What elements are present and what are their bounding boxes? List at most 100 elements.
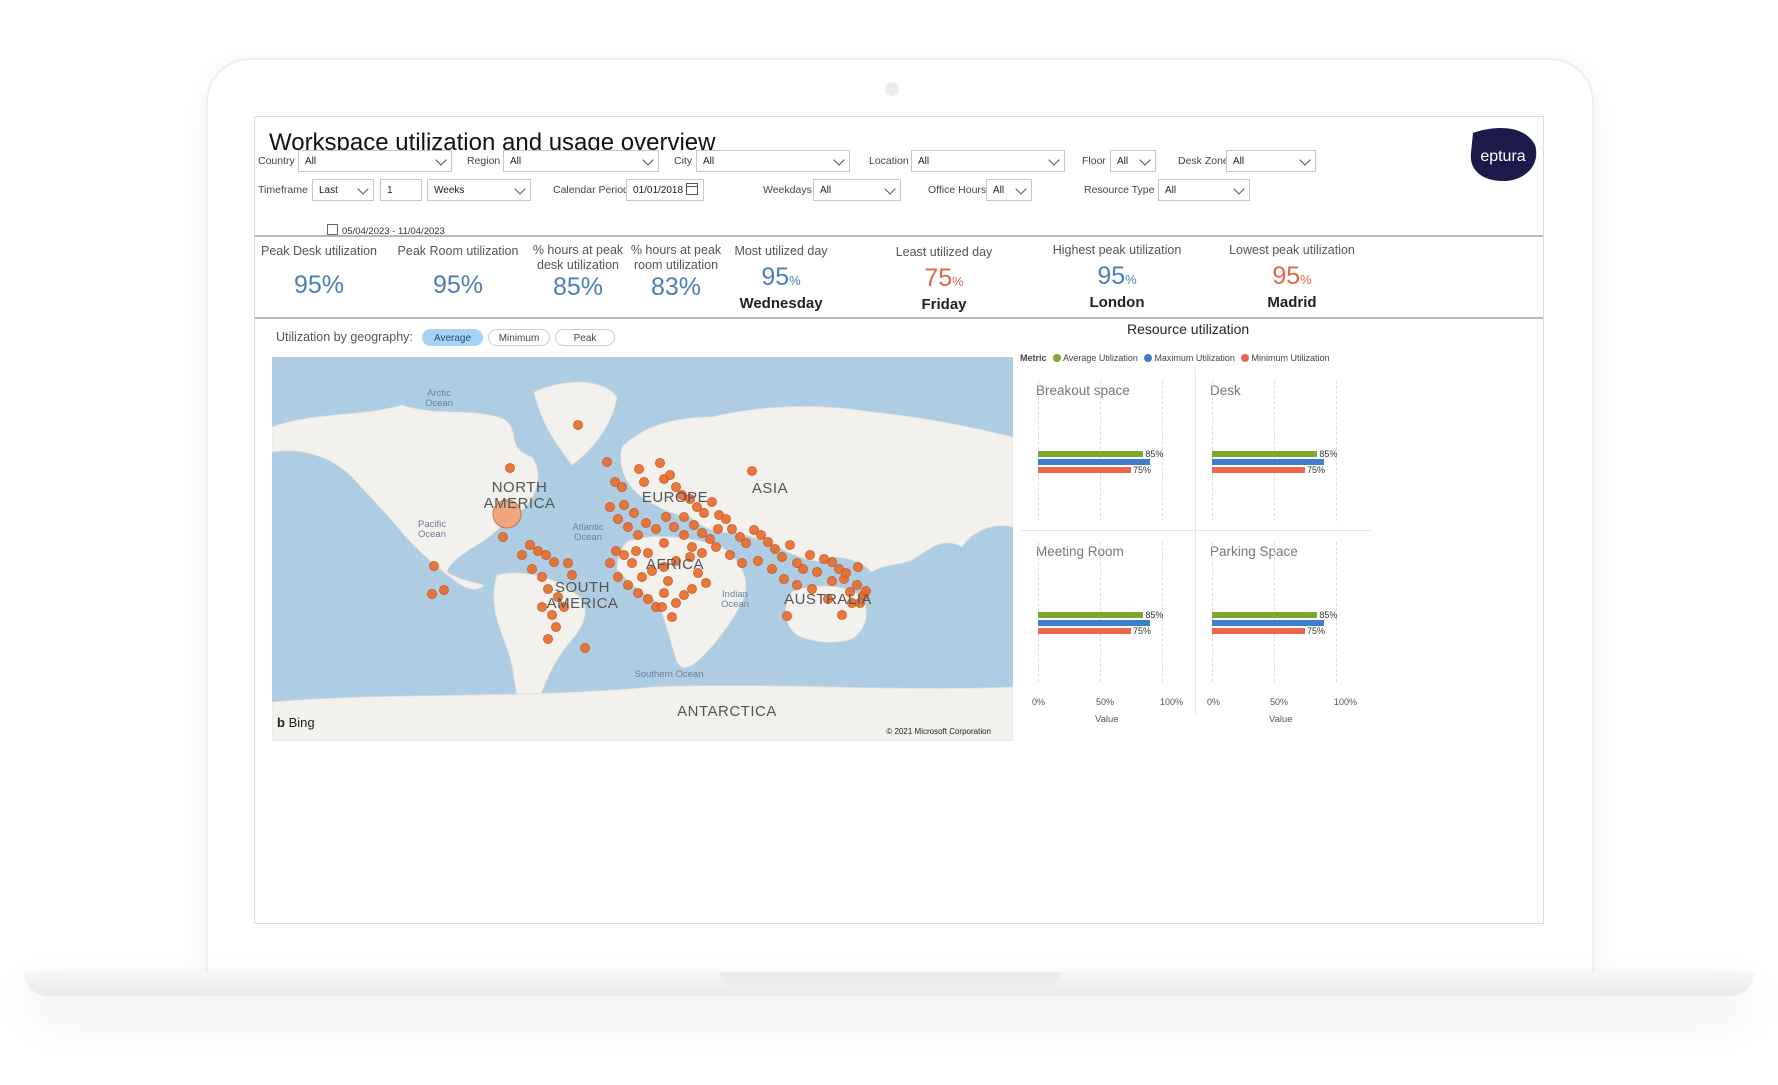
calendar-period-input[interactable]: 01/01/2018 bbox=[626, 179, 704, 201]
location-marker[interactable] bbox=[573, 420, 583, 430]
bar-minimum-utilization[interactable] bbox=[1038, 628, 1131, 634]
bar-minimum-utilization[interactable] bbox=[1038, 467, 1131, 473]
location-marker[interactable] bbox=[549, 557, 559, 567]
location-marker[interactable] bbox=[517, 550, 527, 560]
location-marker[interactable] bbox=[852, 580, 862, 590]
location-marker[interactable] bbox=[756, 530, 766, 540]
location-marker[interactable] bbox=[671, 598, 681, 608]
location-marker[interactable] bbox=[699, 508, 709, 518]
timeframe-unit-dropdown[interactable]: Weeks bbox=[427, 179, 531, 201]
location-marker[interactable] bbox=[711, 542, 721, 552]
location-marker[interactable] bbox=[721, 514, 731, 524]
location-marker[interactable] bbox=[689, 520, 699, 530]
location-marker[interactable] bbox=[767, 564, 777, 574]
location-marker[interactable] bbox=[605, 502, 615, 512]
location-marker[interactable] bbox=[663, 576, 673, 586]
location-marker[interactable] bbox=[713, 524, 723, 534]
location-marker[interactable] bbox=[785, 540, 795, 550]
location-marker[interactable] bbox=[631, 546, 641, 556]
location-marker[interactable] bbox=[798, 564, 808, 574]
location-marker[interactable] bbox=[580, 643, 590, 653]
location-marker[interactable] bbox=[541, 550, 551, 560]
location-marker[interactable] bbox=[505, 463, 515, 473]
location-marker[interactable] bbox=[623, 522, 633, 532]
bar-average-utilization[interactable] bbox=[1212, 612, 1318, 618]
bar-minimum-utilization[interactable] bbox=[1212, 628, 1305, 634]
location-marker[interactable] bbox=[429, 561, 439, 571]
location-marker[interactable] bbox=[605, 558, 615, 568]
location-marker[interactable] bbox=[827, 576, 837, 586]
location-marker[interactable] bbox=[639, 477, 649, 487]
location-marker[interactable] bbox=[770, 544, 780, 554]
location-marker[interactable] bbox=[633, 530, 643, 540]
location-marker[interactable] bbox=[613, 514, 623, 524]
city-dropdown[interactable]: All bbox=[696, 150, 850, 172]
location-marker[interactable] bbox=[627, 558, 637, 568]
location-marker[interactable] bbox=[705, 534, 715, 544]
location-marker[interactable] bbox=[779, 574, 789, 584]
desk-zone-dropdown[interactable]: All bbox=[1226, 150, 1316, 172]
bar-minimum-utilization[interactable] bbox=[1212, 467, 1305, 473]
location-marker[interactable] bbox=[651, 524, 661, 534]
location-marker[interactable] bbox=[697, 528, 707, 538]
world-map[interactable]: Arctic Ocean Pacific Ocean Atlantic Ocea… bbox=[272, 357, 1013, 741]
calendar-icon[interactable] bbox=[686, 183, 698, 195]
floor-dropdown[interactable]: All bbox=[1110, 150, 1156, 172]
location-marker[interactable] bbox=[525, 540, 535, 550]
toggle-average[interactable]: Average bbox=[422, 329, 483, 346]
location-marker[interactable] bbox=[637, 572, 647, 582]
bar-average-utilization[interactable] bbox=[1038, 451, 1144, 457]
location-marker[interactable] bbox=[837, 610, 847, 620]
location-marker[interactable] bbox=[679, 530, 689, 540]
location-marker[interactable] bbox=[657, 602, 667, 612]
location-marker[interactable] bbox=[602, 457, 612, 467]
office-hours-dropdown[interactable]: All bbox=[986, 179, 1032, 201]
location-marker[interactable] bbox=[659, 538, 669, 548]
toggle-minimum[interactable]: Minimum bbox=[488, 329, 550, 346]
country-dropdown[interactable]: All bbox=[298, 150, 452, 172]
location-marker[interactable] bbox=[667, 612, 677, 622]
timeframe-count-input[interactable]: 1 bbox=[380, 179, 422, 201]
location-marker[interactable] bbox=[687, 584, 697, 594]
location-marker[interactable] bbox=[687, 542, 697, 552]
location-marker[interactable] bbox=[827, 557, 837, 567]
location-marker[interactable] bbox=[665, 470, 675, 480]
location-marker[interactable] bbox=[747, 466, 757, 476]
location-marker[interactable] bbox=[679, 512, 689, 522]
location-marker[interactable] bbox=[634, 464, 644, 474]
location-marker[interactable] bbox=[641, 518, 651, 528]
location-marker[interactable] bbox=[727, 524, 737, 534]
location-marker[interactable] bbox=[633, 588, 643, 598]
location-marker[interactable] bbox=[527, 564, 537, 574]
location-marker[interactable] bbox=[725, 550, 735, 560]
location-dropdown[interactable]: All bbox=[911, 150, 1065, 172]
location-marker[interactable] bbox=[611, 546, 621, 556]
location-marker[interactable] bbox=[551, 622, 561, 632]
location-marker[interactable] bbox=[498, 532, 508, 542]
location-marker[interactable] bbox=[427, 589, 437, 599]
location-marker[interactable] bbox=[737, 558, 747, 568]
resource-type-dropdown[interactable]: All bbox=[1158, 179, 1250, 201]
location-marker[interactable] bbox=[661, 512, 671, 522]
bar-average-utilization[interactable] bbox=[1212, 451, 1318, 457]
location-marker[interactable] bbox=[643, 594, 653, 604]
location-marker[interactable] bbox=[805, 550, 815, 560]
toggle-peak[interactable]: Peak bbox=[555, 329, 615, 346]
location-marker[interactable] bbox=[812, 567, 822, 577]
location-marker[interactable] bbox=[659, 588, 669, 598]
location-marker[interactable] bbox=[841, 568, 851, 578]
location-marker[interactable] bbox=[782, 611, 792, 621]
location-marker[interactable] bbox=[679, 590, 689, 600]
location-marker[interactable] bbox=[543, 634, 553, 644]
location-marker[interactable] bbox=[619, 500, 629, 510]
location-marker[interactable] bbox=[741, 538, 751, 548]
region-dropdown[interactable]: All bbox=[503, 150, 659, 172]
location-marker[interactable] bbox=[563, 558, 573, 568]
timeframe-mode-dropdown[interactable]: Last bbox=[312, 179, 374, 201]
bar-average-utilization[interactable] bbox=[1038, 612, 1144, 618]
location-marker[interactable] bbox=[669, 522, 679, 532]
location-marker[interactable] bbox=[655, 458, 665, 468]
location-marker[interactable] bbox=[763, 537, 773, 547]
location-marker[interactable] bbox=[629, 508, 639, 518]
location-marker[interactable] bbox=[853, 562, 863, 572]
